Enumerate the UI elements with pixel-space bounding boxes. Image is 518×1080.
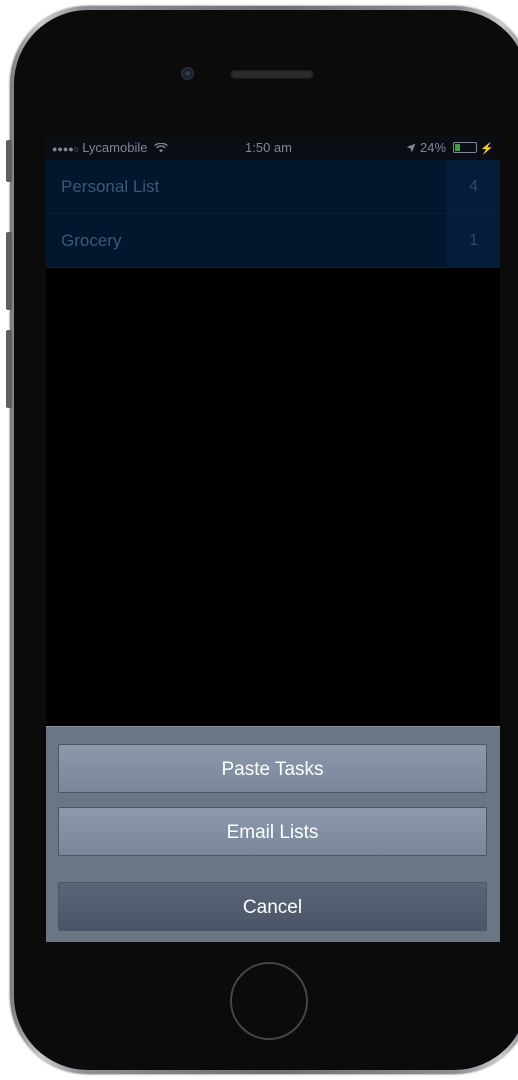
volume-down-button [6,330,12,408]
mute-switch [6,140,12,182]
battery-icon [452,142,477,153]
signal-strength-icon: ●●●●○ [52,144,80,154]
list-item-label: Personal List [61,177,160,196]
app-screen: ●●●●○ Lycamobile 1:50 am 24% ⚡ Personal L… [46,136,500,942]
list-item-count: 1 [446,214,500,267]
status-right: 24% ⚡ [406,140,494,155]
location-arrow-icon [406,140,420,155]
volume-up-button [6,232,12,310]
front-camera [181,67,194,80]
list-item-grocery[interactable]: Grocery 1 [46,214,500,268]
action-sheet: Paste Tasks Email Lists Cancel [46,726,500,942]
list-item-count: 4 [446,160,500,213]
clock: 1:50 am [245,140,292,155]
wifi-icon [151,140,168,155]
carrier-name: Lycamobile [82,140,148,155]
list-item-label: Grocery [61,231,122,250]
cancel-button[interactable]: Cancel [58,882,487,931]
paste-tasks-button[interactable]: Paste Tasks [58,744,487,793]
earpiece-speaker [230,70,314,79]
status-bar: ●●●●○ Lycamobile 1:50 am 24% ⚡ [46,136,500,160]
email-lists-button[interactable]: Email Lists [58,807,487,856]
task-lists: Personal List 4 Grocery 1 [46,160,500,268]
charging-bolt-icon: ⚡ [480,143,494,155]
home-button[interactable] [230,962,308,1040]
battery-fill [454,144,460,151]
carrier-info: ●●●●○ Lycamobile [52,140,168,155]
list-item-personal[interactable]: Personal List 4 [46,160,500,214]
battery-percent: 24% [420,140,447,155]
